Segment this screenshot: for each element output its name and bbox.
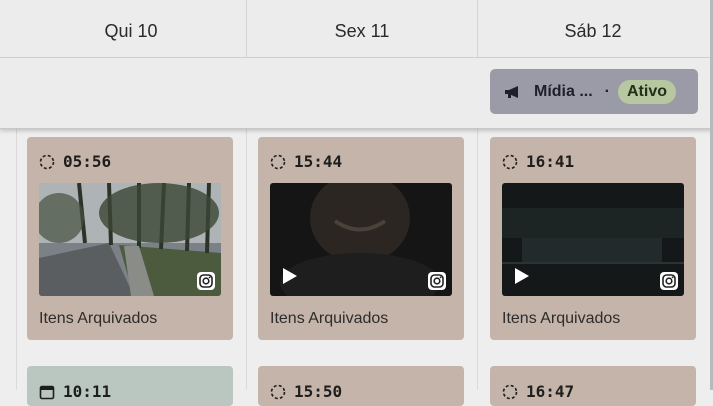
day-header-sex[interactable]: Sex 11 (247, 0, 477, 57)
media-thumbnail[interactable] (270, 183, 452, 296)
post-time-text: 10:11 (63, 382, 112, 401)
post-card[interactable]: 05:56 Itens Arquivados (27, 137, 233, 340)
day-header-qui[interactable]: Qui 10 (16, 0, 246, 57)
loading-circle-icon (502, 154, 518, 169)
column-divider (477, 128, 478, 390)
post-time: 15:50 (270, 382, 342, 401)
megaphone-icon (505, 85, 518, 98)
post-time-text: 15:44 (294, 152, 343, 171)
day-row: Qui 10 Sex 11 Sáb 12 (0, 0, 712, 58)
post-caption: Itens Arquivados (270, 310, 389, 327)
instagram-icon (660, 272, 678, 290)
post-time: 16:47 (502, 382, 574, 401)
post-card[interactable]: 16:41 Itens Arquivados (490, 137, 696, 340)
post-time-text: 16:47 (526, 382, 575, 401)
column-divider (246, 128, 247, 390)
loading-circle-icon (270, 154, 286, 169)
loading-circle-icon (502, 384, 518, 399)
post-time: 10:11 (39, 382, 111, 401)
media-campaign-banner[interactable]: Mídia ... · Ativo (490, 69, 698, 114)
loading-circle-icon (39, 154, 55, 169)
instagram-icon (428, 272, 446, 290)
post-card[interactable]: 10:11 (27, 366, 233, 406)
play-icon[interactable] (283, 268, 297, 284)
post-time: 15:44 (270, 152, 342, 171)
post-caption: Itens Arquivados (502, 310, 621, 327)
play-icon[interactable] (515, 268, 529, 284)
calendar-header: Qui 10 Sex 11 Sáb 12 Mídia ... · Ativo (0, 0, 712, 129)
dark-pool-video (502, 183, 684, 296)
day-header-sab[interactable]: Sáb 12 (478, 0, 708, 57)
post-time: 05:56 (39, 152, 111, 171)
post-card[interactable]: 15:50 (258, 366, 464, 406)
media-thumbnail[interactable] (502, 183, 684, 296)
post-time-text: 05:56 (63, 152, 112, 171)
loading-circle-icon (270, 384, 286, 399)
post-time: 16:41 (502, 152, 574, 171)
media-thumbnail[interactable] (39, 183, 221, 296)
calendar-icon (39, 385, 55, 399)
status-badge: Ativo (618, 79, 676, 104)
column-divider (16, 128, 17, 390)
post-card[interactable]: 16:47 (490, 366, 696, 406)
post-time-text: 16:41 (526, 152, 575, 171)
post-time-text: 15:50 (294, 382, 343, 401)
road-photo (39, 183, 221, 296)
instagram-icon (197, 272, 215, 290)
post-card[interactable]: 15:44 Itens Arquivados (258, 137, 464, 340)
banner-label: Mídia ... (534, 82, 593, 100)
banner-separator: · (604, 82, 610, 100)
dark-video (270, 183, 452, 296)
post-caption: Itens Arquivados (39, 310, 158, 327)
